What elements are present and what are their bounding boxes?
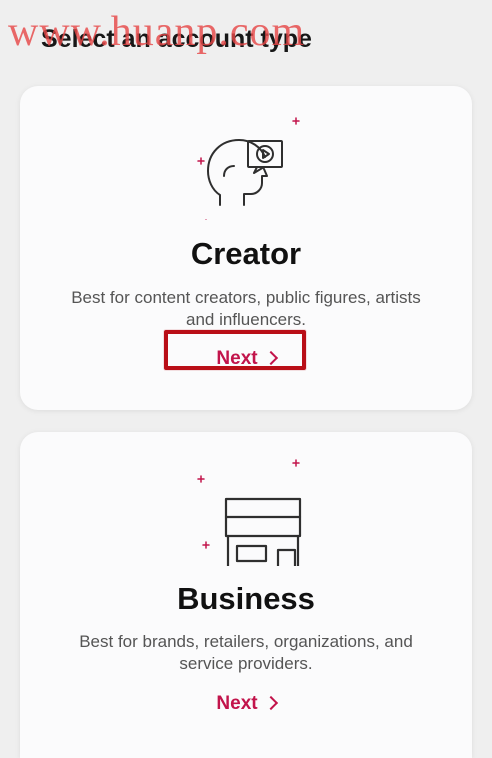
next-label: Next (216, 693, 258, 715)
page-title: Select an account type (41, 25, 312, 53)
business-next-button[interactable]: Next (20, 694, 472, 713)
card-description: Best for brands, retailers, organization… (79, 632, 413, 673)
creator-icon (170, 110, 330, 227)
highlight-box (164, 330, 306, 370)
card-description: Best for content creators, public figure… (71, 288, 421, 329)
card-title: Creator (190, 236, 302, 271)
business-store-icon (170, 456, 330, 583)
business-card[interactable]: Business Best for brands, retailers, org… (20, 432, 472, 758)
creator-card[interactable]: Creator Best for content creators, publi… (20, 86, 472, 410)
card-title: Business (177, 581, 315, 616)
chevron-right-icon (263, 695, 278, 711)
